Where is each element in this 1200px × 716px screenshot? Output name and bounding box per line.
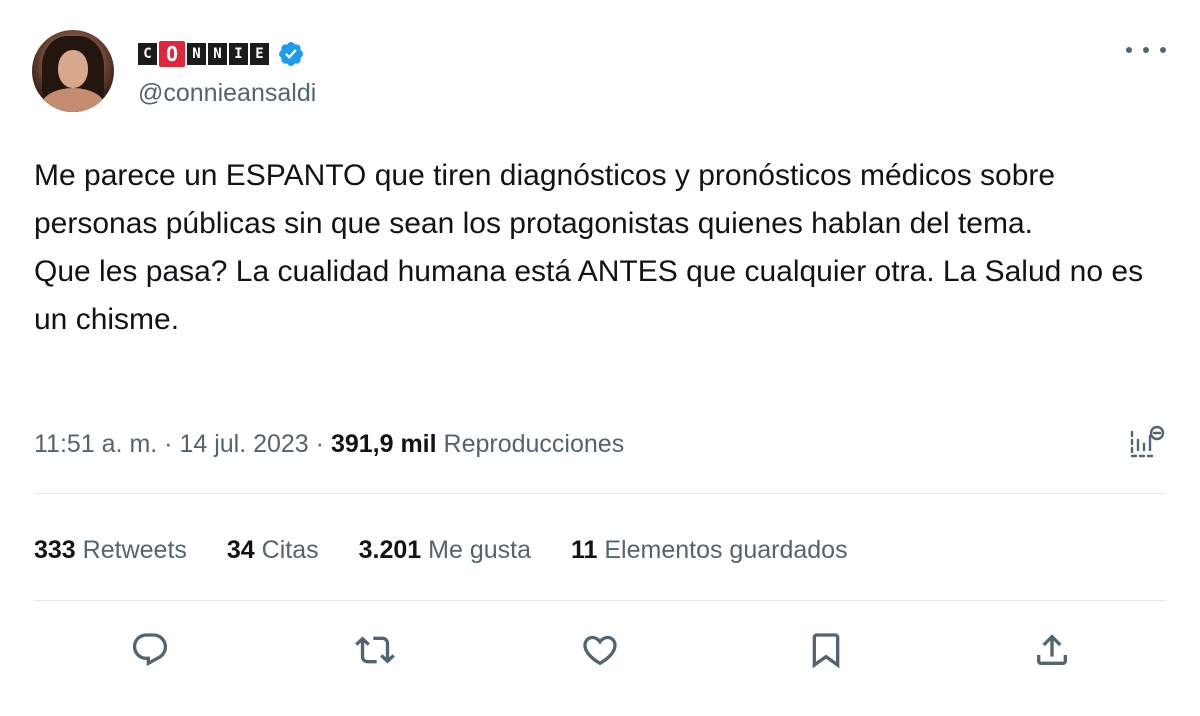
tweet-card: C O N N I E @connieansaldi Me parece un … bbox=[0, 0, 1200, 716]
analytics-icon[interactable] bbox=[1126, 422, 1168, 464]
name-letter: E bbox=[250, 43, 269, 65]
name-letter: N bbox=[208, 43, 227, 65]
tweet-meta: 11:51 a. m. · 14 jul. 2023 · 391,9 mil R… bbox=[34, 424, 624, 464]
bookmarks-count: 11 bbox=[570, 535, 598, 564]
divider bbox=[34, 600, 1166, 601]
likes-count: 3.201 bbox=[358, 535, 422, 564]
bookmark-icon bbox=[812, 633, 840, 669]
name-letter: I bbox=[229, 43, 248, 65]
retweet-icon bbox=[355, 636, 395, 664]
meta-separator: · bbox=[308, 429, 331, 458]
tweet-paragraph: Me parece un ESPANTO que tiren diagnósti… bbox=[34, 159, 1056, 240]
like-icon bbox=[583, 635, 617, 666]
share-icon bbox=[1037, 634, 1067, 665]
reply-button[interactable] bbox=[128, 628, 172, 672]
retweets-stat[interactable]: 333 Retweets bbox=[34, 536, 187, 565]
quotes-label: Citas bbox=[261, 535, 319, 564]
bookmarks-label: Elementos guardados bbox=[604, 535, 848, 564]
likes-stat[interactable]: 3.201 Me gusta bbox=[359, 536, 531, 565]
tweet-date[interactable]: 14 jul. 2023 bbox=[179, 430, 308, 459]
quotes-count: 34 bbox=[226, 535, 255, 564]
likes-label: Me gusta bbox=[428, 535, 531, 564]
like-button[interactable] bbox=[578, 628, 622, 672]
display-name[interactable]: C O N N I E bbox=[138, 39, 305, 69]
name-letter: N bbox=[187, 43, 206, 65]
bookmarks-stat[interactable]: 11 Elementos guardados bbox=[571, 536, 848, 565]
verified-badge-icon bbox=[279, 42, 303, 66]
user-handle[interactable]: @connieansaldi bbox=[138, 79, 316, 108]
views-count: 391,9 mil bbox=[330, 429, 437, 458]
engagement-stats: 333 Retweets 34 Citas 3.201 Me gusta 11 … bbox=[34, 530, 888, 570]
bookmark-button[interactable] bbox=[804, 628, 848, 672]
retweet-button[interactable] bbox=[353, 628, 397, 672]
retweets-count: 333 bbox=[34, 535, 76, 564]
name-letter: C bbox=[138, 43, 157, 65]
avatar[interactable] bbox=[32, 30, 114, 112]
name-letter: O bbox=[159, 41, 185, 67]
tweet-paragraph: Que les pasa? La cualidad humana está AN… bbox=[34, 255, 1144, 336]
meta-separator: · bbox=[157, 429, 180, 458]
name-logo: C O N N I E bbox=[138, 40, 271, 68]
share-button[interactable] bbox=[1030, 628, 1074, 672]
retweets-label: Retweets bbox=[82, 535, 187, 564]
quotes-stat[interactable]: 34 Citas bbox=[227, 536, 319, 565]
reply-icon bbox=[132, 633, 168, 667]
tweet-text: Me parece un ESPANTO que tiren diagnósti… bbox=[34, 152, 1174, 344]
more-options-icon[interactable] bbox=[1126, 40, 1166, 60]
views-label: Reproducciones bbox=[443, 429, 625, 458]
tweet-time[interactable]: 11:51 a. m. bbox=[34, 430, 157, 459]
divider bbox=[34, 493, 1166, 494]
